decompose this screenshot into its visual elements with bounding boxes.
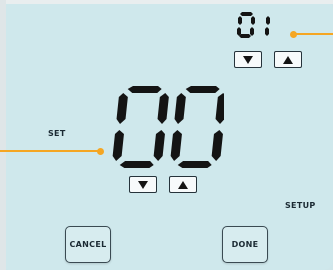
- frame-top: [0, 0, 333, 4]
- big-down-button[interactable]: [129, 176, 157, 193]
- callout-line-left: [0, 150, 99, 152]
- big-digit-second: [170, 86, 224, 168]
- down-arrow-icon: [138, 180, 148, 189]
- done-button[interactable]: DONE: [222, 226, 268, 263]
- frame-left: [0, 0, 6, 270]
- callout-dot-left: [97, 148, 104, 155]
- big-digit-first: [112, 86, 169, 168]
- small-down-button[interactable]: [234, 51, 262, 68]
- callout-line-right: [294, 33, 333, 35]
- thermostat-screen: 01 00 SET: [0, 0, 333, 270]
- up-arrow-icon: [283, 55, 293, 64]
- small-up-button[interactable]: [274, 51, 302, 68]
- set-label: SET: [48, 129, 66, 138]
- big-up-button[interactable]: [169, 176, 197, 193]
- small-seven-segment-display: [237, 12, 270, 38]
- small-digit-0: [237, 12, 255, 38]
- small-digit-1: [265, 16, 270, 36]
- setup-label: SETUP: [285, 201, 316, 210]
- cancel-button[interactable]: CANCEL: [65, 226, 111, 263]
- big-seven-segment-display: [112, 86, 224, 168]
- up-arrow-icon: [178, 180, 188, 189]
- down-arrow-icon: [243, 55, 253, 64]
